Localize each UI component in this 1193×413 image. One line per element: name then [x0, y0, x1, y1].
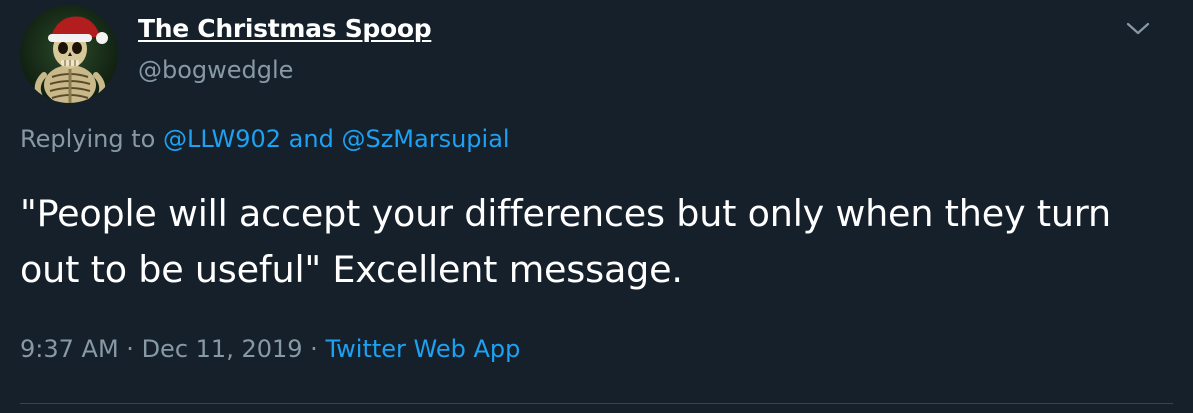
tweet-card: The Christmas Spoop @bogwedgle Replying … — [0, 0, 1193, 413]
separator-dot: · — [310, 335, 318, 363]
reply-mention-link[interactable]: @SzMarsupial — [341, 125, 509, 153]
tweet-text: "People will accept your differences but… — [20, 192, 1111, 291]
skeleton-avatar-icon — [20, 5, 118, 103]
tweet-metadata: 9:37 AM · Dec 11, 2019 · Twitter Web App — [20, 335, 520, 363]
tweet-time[interactable]: 9:37 AM — [20, 335, 119, 363]
chevron-down-icon[interactable] — [1123, 14, 1153, 44]
replying-to-line: Replying to @LLW902 and @SzMarsupial — [20, 125, 510, 153]
reply-mention-link[interactable]: @LLW902 — [163, 125, 281, 153]
tweet-date[interactable]: Dec 11, 2019 — [142, 335, 303, 363]
tweet-source-link[interactable]: Twitter Web App — [325, 335, 520, 363]
separator-dot: · — [126, 335, 134, 363]
avatar[interactable] — [20, 5, 118, 103]
user-handle: @bogwedgle — [138, 56, 294, 84]
divider — [20, 403, 1173, 404]
display-name[interactable]: The Christmas Spoop — [138, 14, 432, 43]
reply-joiner: and — [288, 125, 334, 153]
replying-prefix: Replying to — [20, 125, 156, 153]
